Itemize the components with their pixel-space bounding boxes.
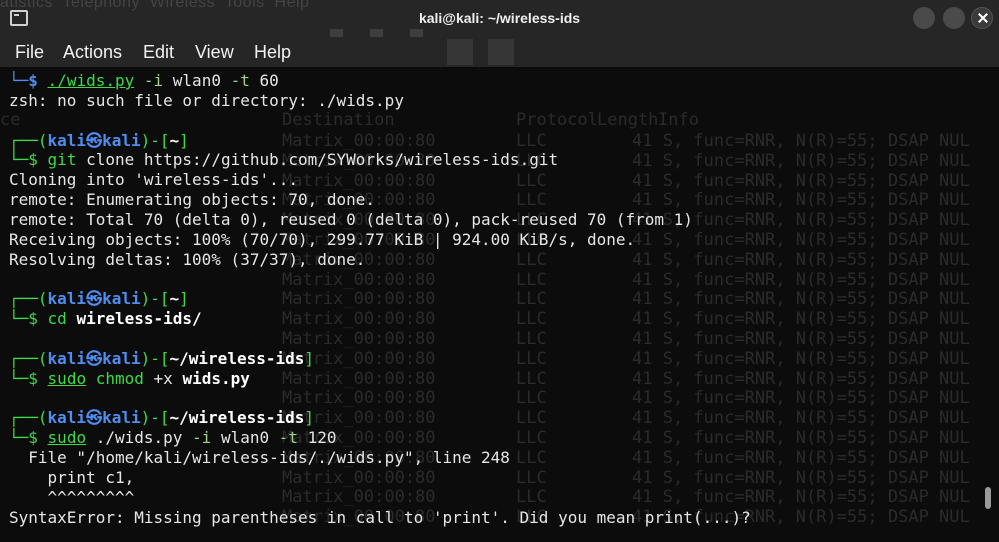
scrollbar-thumb[interactable] xyxy=(985,487,991,509)
prompt-corner: └─$ xyxy=(9,71,38,90)
terminal-output: └─$ ./wids.py -i wlan0 -t 60 zsh: no suc… xyxy=(9,71,984,527)
command: sudo xyxy=(47,368,87,388)
window-titlebar: atistics Telephony Wireless Tools Help k… xyxy=(0,0,999,37)
terminal-line: print c1, xyxy=(9,467,135,487)
command: chmod xyxy=(95,368,144,388)
prompt-at: ㉿ xyxy=(86,130,103,150)
command: cd xyxy=(47,309,67,329)
terminal-line: remote: Enumerating objects: 70, done. xyxy=(9,190,376,210)
prompt-host: kali xyxy=(102,408,141,428)
terminal-line: zsh: no such file or directory: ./wids.p… xyxy=(9,90,404,110)
prompt-dir: ~/wireless-ids xyxy=(169,348,305,368)
arg: 120 xyxy=(298,428,337,448)
terminal-line: └─$ sudo ./wids.py -i wlan0 -t 120 xyxy=(9,428,337,448)
terminal-area[interactable]: ce Destination Protocol Length Info Matr… xyxy=(0,67,999,542)
prompt-host: kali xyxy=(102,130,141,150)
prompt-line: ┌──(kali㉿kali)-[~/wireless-ids] xyxy=(9,408,315,428)
terminal-line: ^^^^^^^^^ xyxy=(9,487,135,507)
prompt-line: ┌──(kali㉿kali)-[~] xyxy=(9,130,189,150)
arg: wlan0 xyxy=(163,71,221,90)
background-toolbar-icon xyxy=(488,39,514,65)
prompt-user: kali xyxy=(47,289,87,309)
menu-actions[interactable]: Actions xyxy=(63,42,122,63)
prompt-dir: ~/wireless-ids xyxy=(169,408,305,428)
arg: ./wids.py xyxy=(86,428,183,448)
terminal-line: └─$ ./wids.py -i wlan0 -t 60 xyxy=(9,71,984,91)
minimize-button[interactable] xyxy=(913,7,935,29)
command: git xyxy=(47,150,77,170)
prompt-line: ┌──(kali㉿kali)-[~] xyxy=(9,289,189,309)
prompt-host: kali xyxy=(102,289,141,309)
prompt-at: ㉿ xyxy=(86,289,103,309)
menu-help[interactable]: Help xyxy=(254,42,291,63)
arg: -t xyxy=(269,428,299,448)
terminal-line: └─$ git clone https://github.com/SYWorks… xyxy=(9,150,559,170)
arg: +x xyxy=(143,368,173,388)
arg: wireless-ids/ xyxy=(76,309,202,329)
maximize-button[interactable] xyxy=(943,7,965,29)
command: sudo xyxy=(47,428,87,448)
arg: -i xyxy=(182,428,212,448)
arg: 60 xyxy=(249,71,279,90)
prompt-dir: ~ xyxy=(169,289,180,309)
prompt-user: kali xyxy=(47,408,87,428)
window-title: kali@kali: ~/wireless-ids xyxy=(418,10,581,26)
arg: wlan0 xyxy=(211,428,270,448)
arg: -t xyxy=(220,71,250,90)
terminal-line: └─$ cd wireless-ids/ xyxy=(9,309,202,329)
terminal-line: remote: Total 70 (delta 0), reused 0 (de… xyxy=(9,209,693,229)
prompt-user: kali xyxy=(47,348,87,368)
prompt-user: kali xyxy=(47,130,87,150)
arg: clone https://github.com/SYWorks/wireles… xyxy=(76,150,559,170)
prompt-at: ㉿ xyxy=(86,348,103,368)
menubar: File Actions Edit View Help xyxy=(0,37,999,67)
terminal-line: └─$ sudo chmod +x wids.py xyxy=(9,368,250,388)
prompt-dir: ~ xyxy=(169,130,180,150)
arg: wids.py xyxy=(182,368,250,388)
menu-file[interactable]: File xyxy=(15,42,44,63)
menu-view[interactable]: View xyxy=(195,42,234,63)
terminal-line: Cloning into 'wireless-ids'... xyxy=(9,170,298,190)
prompt-host: kali xyxy=(102,348,141,368)
terminal-line: Resolving deltas: 100% (37/37), done. xyxy=(9,249,366,269)
terminal-line: Receiving objects: 100% (70/70), 299.77 … xyxy=(9,229,636,249)
menu-edit[interactable]: Edit xyxy=(143,42,174,63)
arg: -i xyxy=(134,71,164,90)
background-toolbar-icon xyxy=(447,39,473,65)
command: ./wids.py xyxy=(47,71,135,90)
terminal-line: File "/home/kali/wireless-ids/./wids.py"… xyxy=(9,448,510,468)
close-button[interactable] xyxy=(971,7,993,29)
prompt-at: ㉿ xyxy=(86,408,103,428)
prompt-line: ┌──(kali㉿kali)-[~/wireless-ids] xyxy=(9,348,315,368)
terminal-line: SyntaxError: Missing parentheses in call… xyxy=(9,507,751,527)
